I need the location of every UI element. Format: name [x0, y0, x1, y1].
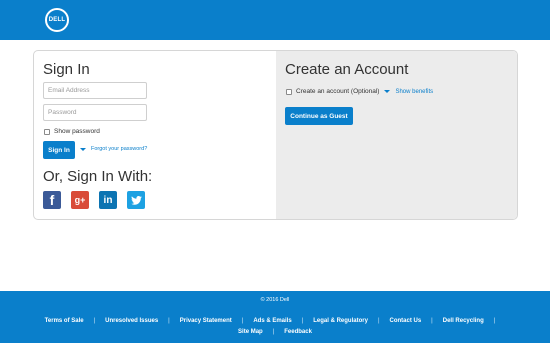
- show-benefits-link[interactable]: Show benefits: [384, 89, 433, 95]
- facebook-glyph: f: [49, 192, 55, 208]
- checkout-panel: Sign In Show password Sign In Forgot you…: [33, 50, 518, 220]
- footer-link-dell-recycling[interactable]: Dell Recycling: [443, 318, 484, 324]
- divider: |: [168, 318, 170, 324]
- email-input[interactable]: [43, 82, 147, 99]
- create-account-section: Create an Account Create an account (Opt…: [276, 51, 517, 219]
- footer-link-unresolved-issues[interactable]: Unresolved Issues: [105, 318, 158, 324]
- twitter-bird: [130, 195, 142, 205]
- footer-link-terms-of-sale[interactable]: Terms of Sale: [45, 318, 84, 324]
- divider: |: [301, 318, 304, 324]
- footer-link-site-map[interactable]: Site Map: [238, 329, 263, 335]
- password-input[interactable]: [43, 104, 147, 121]
- footer-link-privacy-statement[interactable]: Privacy Statement: [180, 318, 232, 324]
- google-plus-icon[interactable]: g+: [71, 191, 89, 209]
- create-account-label: Create an account (Optional): [296, 88, 380, 95]
- footer-links-row-2: Site Map | Feedback: [0, 329, 550, 335]
- linkedin-glyph: in: [103, 194, 113, 206]
- twitter-icon[interactable]: t: [127, 191, 145, 209]
- footer-link-contact-us[interactable]: Contact Us: [390, 318, 422, 324]
- show-benefits-label: Show benefits: [395, 88, 434, 95]
- show-password-label: Show password: [54, 128, 100, 135]
- site-header: DELL: [0, 0, 550, 40]
- copyright-text: © 2016 Dell: [260, 297, 290, 303]
- sign-in-button[interactable]: Sign In: [43, 141, 75, 159]
- linkedin-icon[interactable]: in: [99, 191, 117, 209]
- footer-link-feedback[interactable]: Feedback: [284, 329, 312, 335]
- social-sign-in-title: Or, Sign In With:: [43, 168, 153, 185]
- footer-link-ads-emails[interactable]: Ads & Emails: [253, 318, 291, 324]
- divider: |: [431, 318, 433, 324]
- facebook-icon[interactable]: f: [43, 191, 61, 209]
- divider: |: [377, 318, 380, 324]
- site-footer: © 2016 Dell Terms of Sale | Unresolved Is…: [0, 291, 550, 343]
- google-plus-glyph: g+: [74, 195, 86, 205]
- dell-logo[interactable]: DELL: [45, 8, 69, 32]
- create-account-checkbox[interactable]: [286, 88, 292, 95]
- sign-in-section: Sign In Show password Sign In Forgot you…: [34, 51, 276, 219]
- show-password-checkbox[interactable]: [44, 128, 50, 135]
- create-account-title: Create an Account: [285, 61, 409, 78]
- continue-as-guest-button[interactable]: Continue as Guest: [285, 107, 353, 125]
- divider: |: [493, 318, 496, 324]
- divider: |: [241, 318, 244, 324]
- create-account-row: Create an account (Optional) Show benefi…: [286, 88, 433, 95]
- chevron-down-icon: [384, 90, 391, 93]
- footer-links-row-1: Terms of Sale | Unresolved Issues | Privac…: [0, 318, 550, 324]
- forgot-password-label: Forgot your password?: [91, 146, 148, 152]
- forgot-password-link[interactable]: Forgot your password?: [80, 146, 147, 152]
- dell-logo-text: DELL: [48, 17, 66, 23]
- chevron-down-icon: [80, 147, 86, 151]
- show-password-row: Show password: [44, 128, 100, 135]
- divider: |: [93, 318, 96, 324]
- footer-link-legal-regulatory[interactable]: Legal & Regulatory: [313, 318, 368, 324]
- sign-in-title: Sign In: [43, 61, 90, 78]
- divider: |: [272, 329, 275, 335]
